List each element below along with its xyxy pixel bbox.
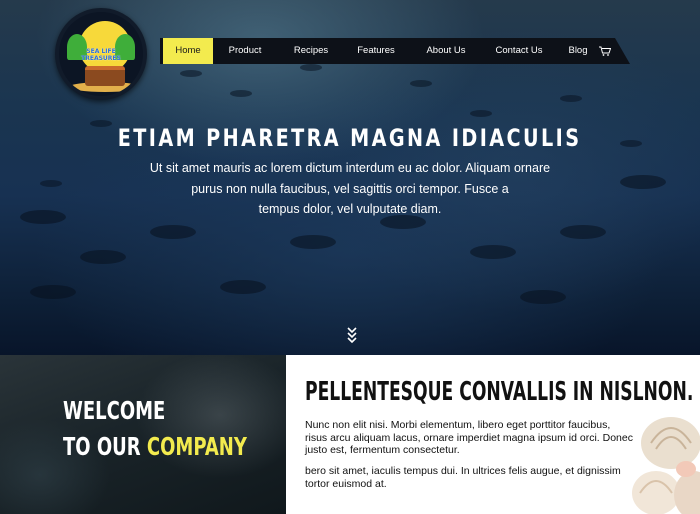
fish-shape [620, 175, 666, 189]
content-panel: PELLENTESQUE CONVALLIS IN NISLNON. Nunc … [286, 355, 700, 514]
welcome-heading-line1: WELCOME [63, 396, 166, 425]
fish-shape [300, 64, 322, 71]
logo-treasure-chest [85, 66, 125, 86]
fish-shape [230, 90, 252, 97]
hero-subtitle-line: purus non nulla faucibus, vel sagittis o… [191, 181, 509, 196]
content-paragraph: Nunc non elit nisi. Morbi elementum, lib… [305, 419, 633, 456]
hero-subtitle: Ut sit amet mauris ac lorem dictum inter… [135, 158, 565, 220]
welcome-heading-accent: COMPANY [146, 432, 247, 461]
logo-text-line2: TREASURES [81, 55, 121, 62]
hero-subtitle-line: Ut sit amet mauris ac lorem dictum inter… [149, 161, 551, 175]
cart-icon[interactable] [599, 46, 611, 56]
welcome-heading-prefix: TO OUR [63, 432, 141, 461]
nav-item-features[interactable]: Features [347, 38, 405, 64]
fish-shape [560, 225, 606, 239]
nav-item-product[interactable]: Product [215, 38, 275, 64]
hero-banner: SEA LIFE TREASURES Home Product Recipes … [0, 0, 700, 355]
hero-title: ETIAM PHARETRA MAGNA IDIACULIS [117, 124, 582, 152]
main-nav: Home Product Recipes Features About Us C… [160, 38, 630, 64]
nav-item-home[interactable]: Home [163, 38, 213, 64]
logo-text-line1: SEA LIFE [86, 48, 116, 55]
fish-shape [80, 250, 126, 264]
hero-subtitle-line: tempus dolor, vel vulputate diam. [258, 202, 442, 216]
welcome-panel: WELCOME TO OUR COMPANY [0, 355, 286, 514]
fish-shape [180, 70, 202, 77]
fish-shape [470, 110, 492, 117]
nav-item-contact-us[interactable]: Contact Us [486, 38, 552, 64]
fish-shape [470, 245, 516, 259]
seashells-image [632, 417, 700, 514]
site-logo[interactable]: SEA LIFE TREASURES [55, 8, 147, 100]
fish-shape [560, 95, 582, 102]
fish-shape [150, 225, 196, 239]
chevron-down-double-icon[interactable] [346, 326, 358, 344]
fish-shape [520, 290, 566, 304]
fish-shape [220, 280, 266, 294]
nav-item-about-us[interactable]: About Us [416, 38, 476, 64]
welcome-heading-line2: TO OUR COMPANY [63, 432, 247, 461]
logo-text: SEA LIFE TREASURES [59, 48, 143, 62]
fish-shape [410, 80, 432, 87]
content-paragraph: bero sit amet, iaculis tempus dui. In ul… [305, 465, 621, 490]
fish-shape [30, 285, 76, 299]
fish-shape [20, 210, 66, 224]
fish-shape [40, 180, 62, 187]
fish-shape [290, 235, 336, 249]
nav-item-blog[interactable]: Blog [563, 38, 593, 64]
nav-item-recipes[interactable]: Recipes [282, 38, 340, 64]
